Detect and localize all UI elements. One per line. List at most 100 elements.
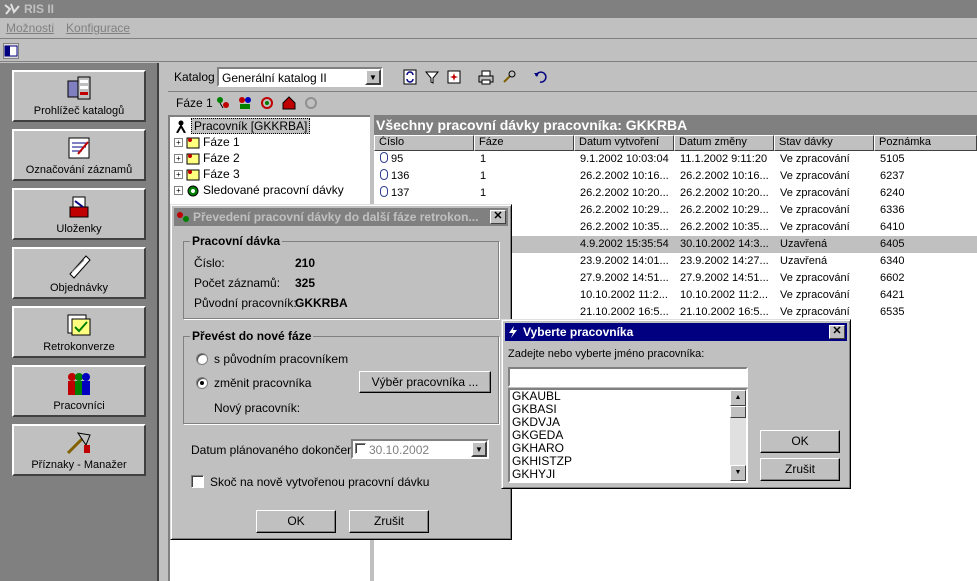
table-cell-faze: 1: [474, 151, 574, 168]
cell-text: 9.1.2002 10:03:04: [580, 153, 669, 165]
table-cell-zmena: 10.10.2002 11:2...: [674, 287, 774, 304]
radio-original-worker[interactable]: [196, 353, 208, 365]
transfer-ok-button[interactable]: OK: [256, 510, 336, 533]
cell-text: 21.10.2002 16:5...: [680, 306, 769, 318]
phase-home-icon[interactable]: [280, 94, 298, 112]
scroll-down-icon[interactable]: ▼: [730, 465, 746, 481]
refresh-icon[interactable]: [401, 68, 419, 86]
tree-item-faze-3[interactable]: + Fáze 3: [174, 166, 240, 182]
nav-orders[interactable]: Objednávky: [12, 247, 146, 299]
radio-change-worker[interactable]: [196, 377, 208, 389]
nav-catalog-browser[interactable]: Prohlížeč katalogů: [12, 70, 146, 122]
table-cell-zmena: 23.9.2002 14:27...: [674, 253, 774, 270]
toggle-panel-button[interactable]: [3, 43, 19, 59]
cell-text: 27.9.2002 14:51...: [580, 272, 669, 284]
column-header-cislo[interactable]: Číslo: [374, 135, 474, 151]
table-cell-vytvoreni: 26.2.2002 10:35...: [574, 219, 674, 236]
nav-workers[interactable]: Pracovníci: [12, 365, 146, 417]
nav-label: Objednávky: [49, 282, 109, 294]
table-row[interactable]: 137 1 26.2.2002 10:20... 26.2.2002 10:20...…: [374, 185, 977, 202]
cell-text: Ve zpracování: [780, 272, 850, 284]
select-worker-button[interactable]: Výběr pracovníka ...: [359, 371, 491, 393]
chevron-down-icon[interactable]: ▼: [471, 441, 487, 457]
expand-icon[interactable]: +: [174, 137, 183, 147]
select-worker-titlebar[interactable]: Vyberte pracovníka ✕: [505, 323, 847, 341]
table-cell-zmena: 26.2.2002 10:29...: [674, 202, 774, 219]
column-header-datum-vytvoreni[interactable]: Datum vytvoření: [574, 135, 674, 151]
table-row[interactable]: 95 1 9.1.2002 10:03:04 11.1.2002 9:11:20 Ve …: [374, 151, 977, 168]
catalog-label: Katalog: [174, 70, 215, 84]
cell-text: 26.2.2002 10:16...: [580, 170, 669, 182]
worker-listbox[interactable]: GKAUBL GKBASI GKDVJA GKGEDA GKHARO GKHISTZP GK…: [508, 388, 748, 483]
cell-text: 1: [480, 170, 487, 182]
cell-text: Ve zpracování: [780, 306, 850, 318]
table-cell-vytvoreni: 23.9.2002 14:01...: [574, 253, 674, 270]
catalog-select-value: Generální katalog II: [222, 71, 327, 85]
nav-label: Označování záznamů: [25, 164, 133, 176]
tree-item-faze-1[interactable]: + Fáze 1: [174, 134, 240, 150]
select-worker-cancel-button[interactable]: Zrušit: [760, 458, 840, 481]
table-cell-zmena: 26.2.2002 10:35...: [674, 219, 774, 236]
scroll-up-icon[interactable]: ▲: [730, 390, 746, 406]
table-cell-vytvoreni: 26.2.2002 10:20...: [574, 185, 674, 202]
tools-icon[interactable]: [500, 68, 518, 86]
nav-label: Prohlížeč katalogů: [33, 105, 125, 117]
expand-icon[interactable]: +: [174, 153, 183, 163]
column-header-stav[interactable]: Stav dávky: [774, 135, 874, 151]
close-icon[interactable]: ✕: [829, 325, 845, 339]
select-worker-ok-button[interactable]: OK: [760, 430, 840, 453]
table-cell-stav: Uzavřená: [774, 253, 874, 270]
phase-gear-icon[interactable]: [258, 94, 276, 112]
expand-icon[interactable]: +: [174, 169, 183, 179]
print-icon[interactable]: [477, 68, 495, 86]
cell-text: 11.1.2002 9:11:20: [680, 153, 768, 165]
nav-label: Příznaky - Manažer: [31, 459, 127, 471]
close-icon[interactable]: ✕: [490, 210, 506, 224]
cell-text: 26.2.2002 10:35...: [580, 221, 669, 233]
cell-text: 6237: [880, 170, 905, 182]
undo-icon[interactable]: [531, 68, 549, 86]
chevron-down-icon[interactable]: ▼: [365, 69, 381, 85]
cell-text: 6340: [880, 255, 905, 267]
tree-item-label: Fáze 3: [203, 167, 240, 181]
expand-icon[interactable]: +: [174, 185, 183, 195]
new-item-icon[interactable]: [445, 68, 463, 86]
saved-items-icon: [69, 196, 89, 218]
column-header-datum-zmeny[interactable]: Datum změny: [674, 135, 774, 151]
cell-text: Ve zpracování: [780, 204, 850, 216]
cell-text: 95: [391, 153, 404, 165]
list-item[interactable]: GKHYJI: [510, 468, 746, 481]
puvodni-label: Původní pracovník:: [194, 296, 297, 310]
phase-add-icon[interactable]: [214, 94, 232, 112]
filter-icon[interactable]: [423, 68, 441, 86]
planned-date-picker[interactable]: 30.10.2002 ▼: [351, 439, 489, 459]
jump-to-new-batch-checkbox[interactable]: [191, 475, 204, 488]
cell-text: Ve zpracování: [780, 187, 850, 199]
worker-name-input[interactable]: [508, 367, 748, 387]
nav-flags-manager[interactable]: Příznaky - Manažer: [12, 424, 146, 476]
menu-moznosti[interactable]: Možnosti: [6, 21, 54, 35]
nav-record-marking[interactable]: Označování záznamů: [12, 129, 146, 181]
tree-item-faze-2[interactable]: + Fáze 2: [174, 150, 240, 166]
menu-konfigurace[interactable]: Konfigurace: [66, 21, 130, 35]
catalog-select[interactable]: Generální katalog II ▼: [217, 67, 383, 87]
transfer-dialog-titlebar[interactable]: Převedení pracovní dávky do další fáze r…: [174, 208, 508, 226]
scroll-thumb[interactable]: [730, 406, 746, 418]
cislo-value: 210: [295, 256, 316, 270]
date-enable-checkbox[interactable]: [355, 443, 366, 454]
tree-item-worker[interactable]: Pracovník [GKKRBA]: [174, 118, 311, 134]
nav-retroconversion[interactable]: Retrokonverze: [12, 306, 146, 358]
cell-text: 6602: [880, 272, 905, 284]
table-cell-faze: 1: [474, 185, 574, 202]
worker-list-scrollbar[interactable]: ▲ ▼: [730, 390, 746, 481]
tree-item-watched[interactable]: + Sledované pracovní dávky: [174, 182, 344, 198]
table-cell-cislo: 137: [374, 185, 474, 202]
table-row[interactable]: 136 1 26.2.2002 10:16... 26.2.2002 10:16...…: [374, 168, 977, 185]
column-header-faze[interactable]: Fáze: [474, 135, 574, 151]
nav-saved-items[interactable]: Uloženky: [12, 188, 146, 240]
select-worker-title: Vyberte pracovníka: [523, 325, 634, 339]
phase-users-icon[interactable]: [236, 94, 254, 112]
transfer-cancel-button[interactable]: Zrušit: [349, 510, 429, 533]
app-titlebar: RIS II: [0, 0, 977, 18]
column-header-poznamka[interactable]: Poznámka: [874, 135, 977, 151]
